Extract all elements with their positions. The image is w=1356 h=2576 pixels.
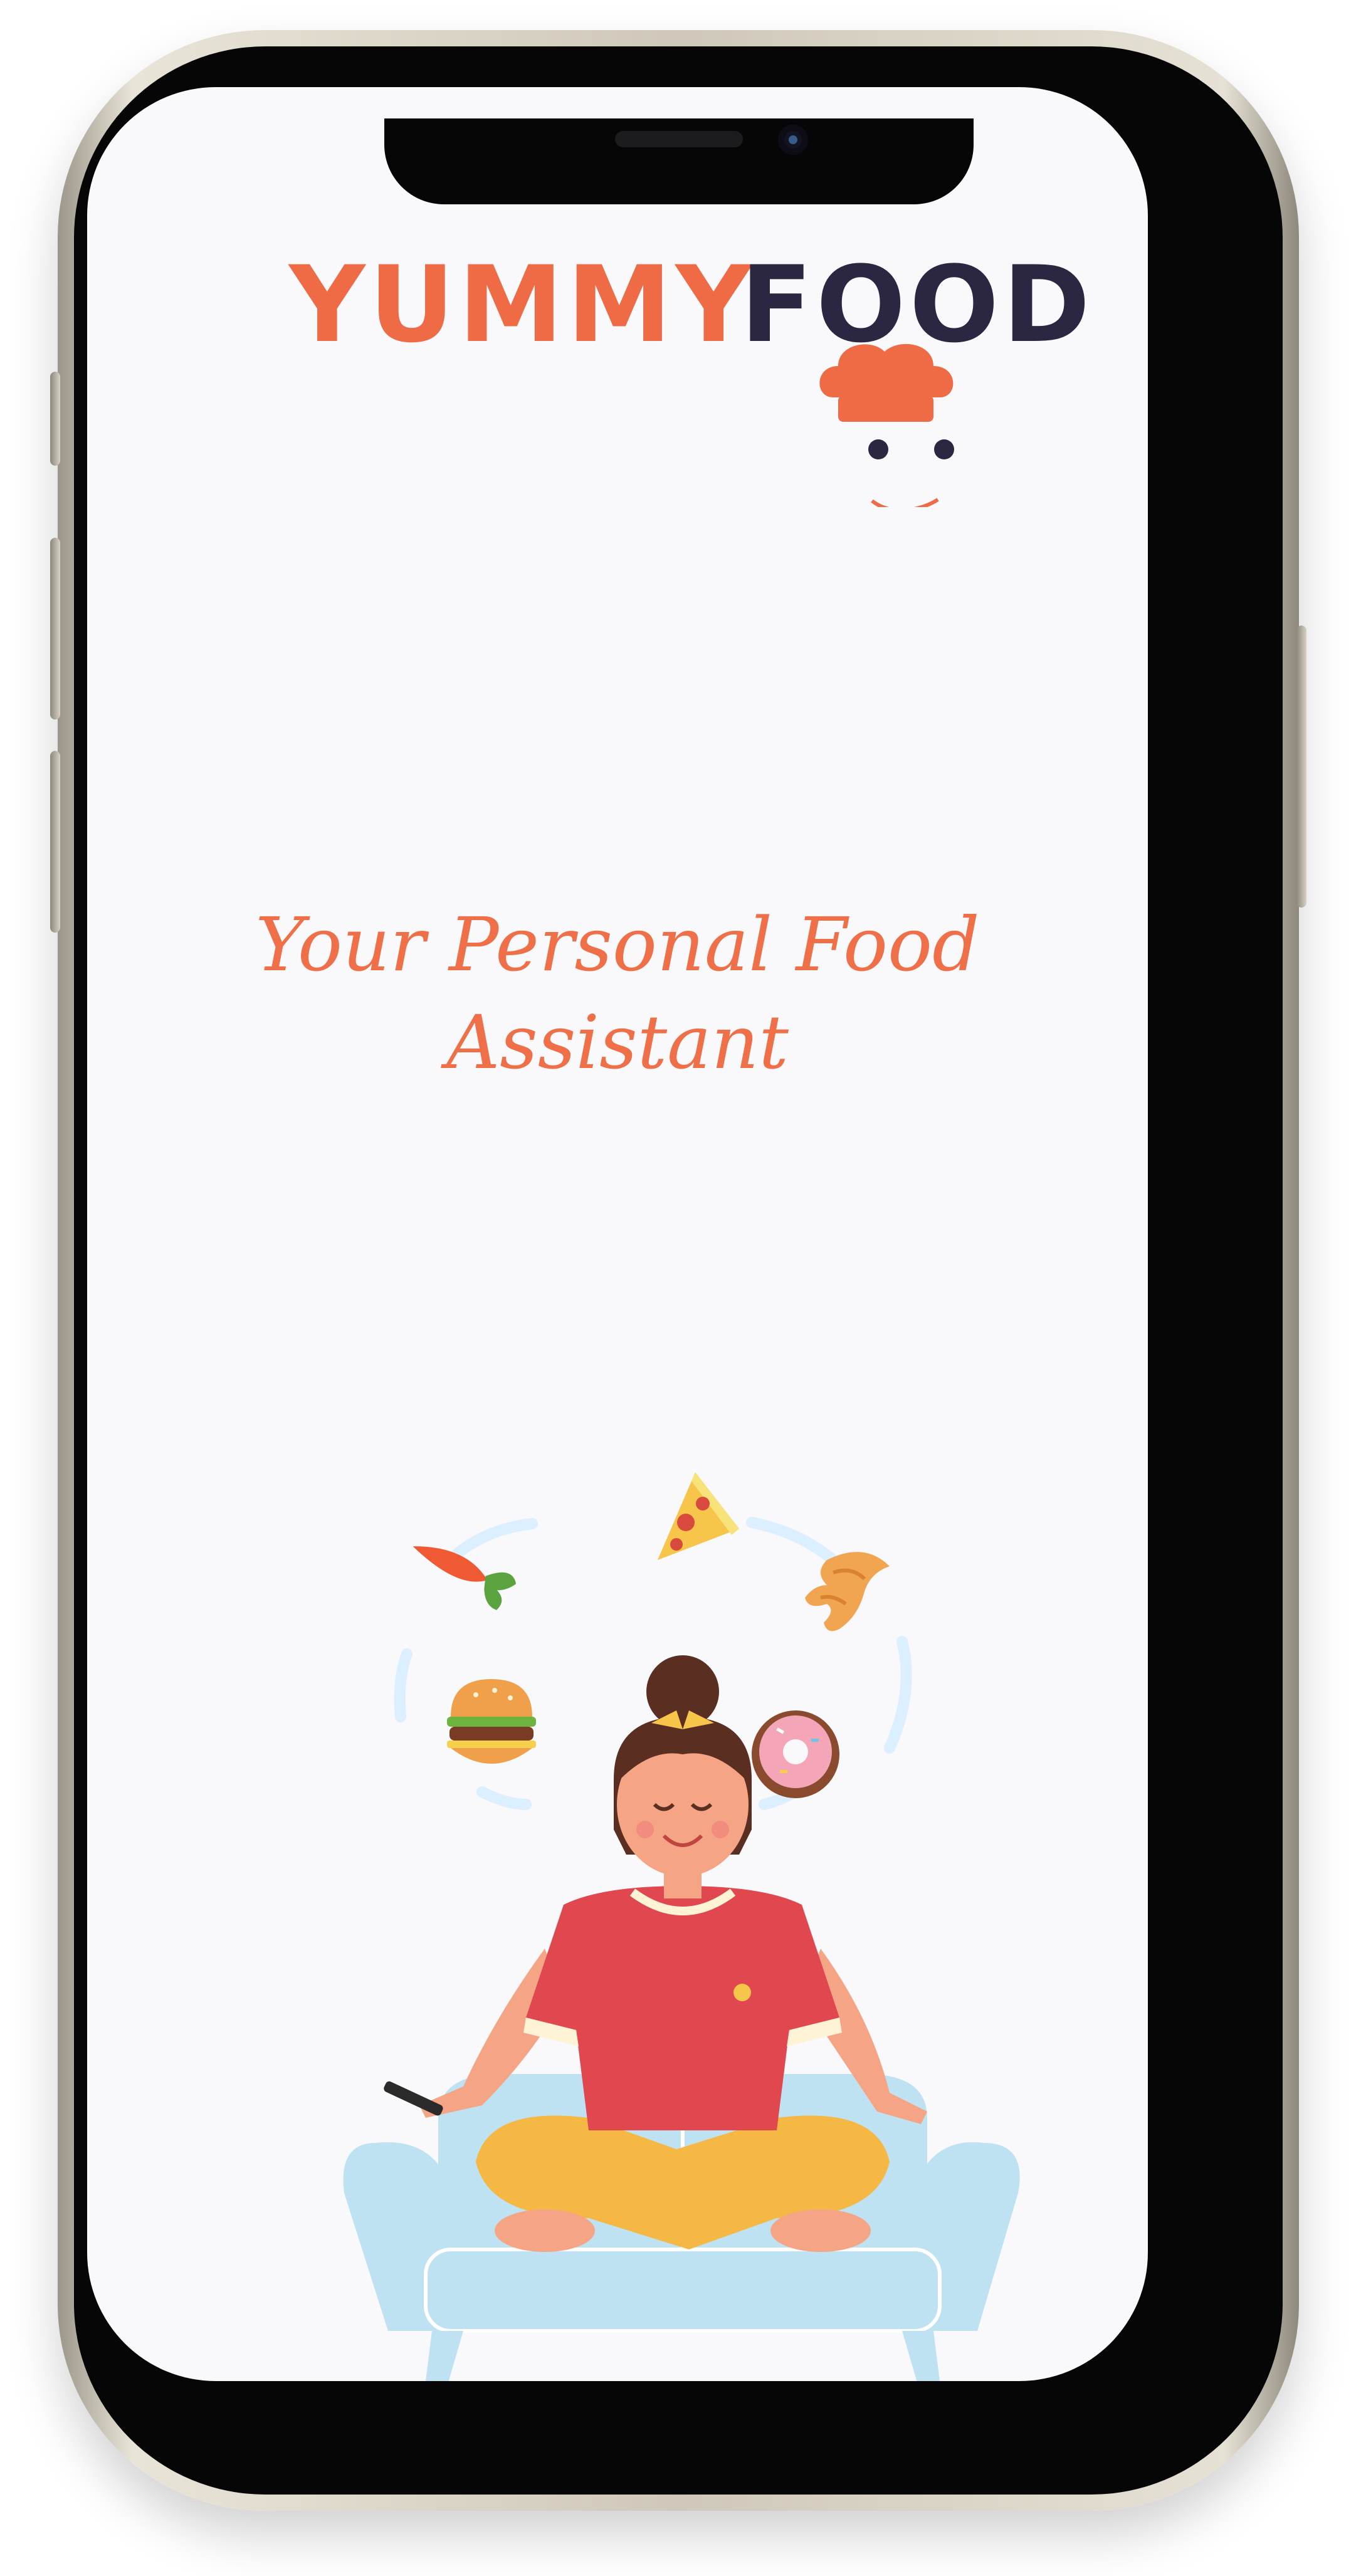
logo-word-yummy: YUMMY	[289, 243, 756, 366]
croissant-icon	[805, 1552, 890, 1631]
burger-icon	[447, 1679, 536, 1764]
donut-icon	[752, 1710, 839, 1798]
power-button	[1296, 626, 1306, 908]
app-screen: YUMMY FOOD Your Personal Food Assistant	[87, 87, 1148, 2381]
tagline: Your Personal Food Assistant	[87, 896, 1148, 1091]
volume-down-button	[50, 751, 60, 933]
logo-word-food: FOOD	[740, 243, 1094, 366]
tagline-line-2: Assistant	[446, 999, 789, 1086]
smartphone-icon	[384, 2081, 443, 2116]
woman-meditating-illustration	[343, 1472, 1020, 2381]
action-button	[50, 372, 60, 466]
volume-up-button	[50, 538, 60, 720]
front-camera-icon	[778, 125, 808, 155]
pizza-slice-icon	[658, 1472, 739, 1560]
phone-notch	[384, 118, 974, 204]
speaker-grille	[615, 131, 743, 147]
logo-eyes-icon	[868, 439, 954, 507]
tagline-line-1: Your Personal Food	[255, 901, 980, 988]
